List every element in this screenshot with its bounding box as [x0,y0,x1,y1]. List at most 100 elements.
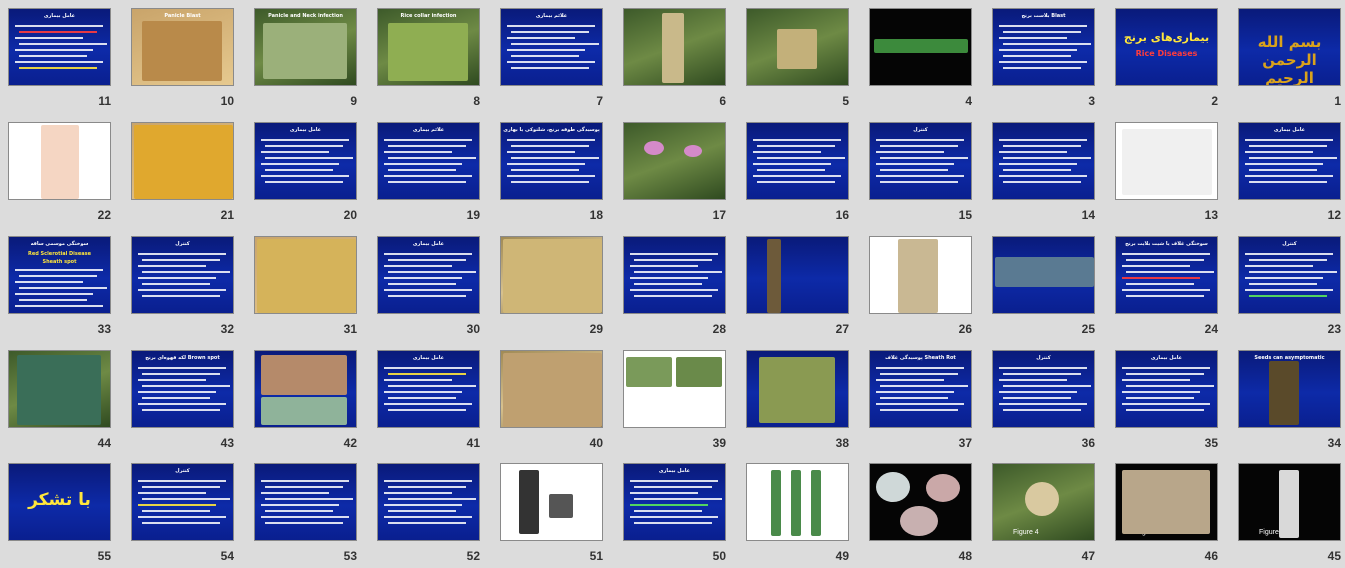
slide-thumbnail-35[interactable]: عامل بیماری [1115,350,1218,428]
text-line [999,61,1087,63]
text-line [1249,145,1327,147]
slide-picture [263,23,347,79]
slide-thumbnail-18[interactable]: پوسیدگی طوقه برنج، شلتوکی یا بهاری [500,122,603,200]
slide-thumbnail-14[interactable] [992,122,1095,200]
slide-number: 41 [466,436,480,450]
text-line [384,151,452,153]
slide-number: 31 [343,322,357,336]
slide-thumbnail-49[interactable] [746,463,849,541]
text-line [384,139,472,141]
slide-thumbnail-45[interactable]: Figure 2 [1238,463,1341,541]
slide-thumbnail-2[interactable]: بیماری‌های برنج Rice Diseases [1115,8,1218,86]
text-line [1249,283,1317,285]
text-line [142,271,230,273]
slide-picture [676,357,722,387]
text-line [1126,259,1204,261]
text-line [19,43,107,45]
slide-thumbnail-27[interactable] [746,236,849,314]
slide-thumbnail-24[interactable]: سوختگی غلاف یا شیت بلایت برنج [1115,236,1218,314]
slide-thumbnail-29[interactable] [500,236,603,314]
text-line [507,163,585,165]
text-line [388,373,466,375]
text-line [880,409,958,411]
slide-picture [876,472,910,502]
text-line [384,175,472,177]
slide-thumbnail-10[interactable]: Panicle Blast [131,8,234,86]
text-line [384,391,462,393]
slide-thumbnail-34[interactable]: Seeds can asymptomatic [1238,350,1341,428]
slide-thumbnail-15[interactable]: کنترل [869,122,972,200]
slide-thumbnail-47[interactable]: Figure 4 [992,463,1095,541]
slide-thumbnail-51[interactable] [500,463,603,541]
slide-thumbnail-22[interactable] [8,122,111,200]
slide-thumbnail-17[interactable] [623,122,726,200]
slide-thumbnail-20[interactable]: عامل بیماری [254,122,357,200]
text-line [388,169,456,171]
slide-thumbnail-19[interactable]: علائم بیماری [377,122,480,200]
slide-picture [41,125,79,199]
slide-thumbnail-55[interactable]: با تشکر [8,463,111,541]
slide-thumbnail-28[interactable] [623,236,726,314]
text-line [19,287,107,289]
text-line [138,277,216,279]
text-line [138,480,226,482]
slide-number: 50 [712,549,726,563]
slide-thumbnail-44[interactable] [8,350,111,428]
text-line [1122,403,1210,405]
slide-thumbnail-32[interactable]: کنترل [131,236,234,314]
slide-thumbnail-50[interactable]: عامل بیماری [623,463,726,541]
slide-thumbnail-38[interactable] [746,350,849,428]
slide-picture [261,355,347,395]
slide-picture [17,355,101,425]
slide-number: 15 [958,208,972,222]
slide-thumbnail-23[interactable]: کنترل [1238,236,1341,314]
slide-thumbnail-1[interactable]: بسم الله الرحمن الرحیم [1238,8,1341,86]
slide-thumbnail-12[interactable]: عامل بیماری [1238,122,1341,200]
text-line [634,522,712,524]
slide-thumbnail-53[interactable] [254,463,357,541]
slide-thumbnail-8[interactable]: Rice collar infection [377,8,480,86]
slide-thumbnail-25[interactable] [992,236,1095,314]
slide-thumbnail-46[interactable]: Figure 3 [1115,463,1218,541]
slide-thumbnail-6[interactable] [623,8,726,86]
text-line [388,181,466,183]
slide-thumbnail-5[interactable] [746,8,849,86]
slide-thumbnail-21[interactable] [131,122,234,200]
slide-thumbnail-30[interactable]: عامل بیماری [377,236,480,314]
slide-thumbnail-11[interactable]: عامل بیماری [8,8,111,86]
slide-thumbnail-52[interactable] [377,463,480,541]
slide-thumbnail-42[interactable] [254,350,357,428]
text-line [999,163,1077,165]
slide-thumbnail-3[interactable]: بلاست برنج Blast [992,8,1095,86]
slide-number: 18 [589,208,603,222]
text-line [757,157,845,159]
slide-thumbnail-9[interactable]: Panicle and Neck infection [254,8,357,86]
slide-number: 52 [466,549,480,563]
slide-number: 49 [835,549,849,563]
slide-thumbnail-33[interactable]: سوختگی موسمی ساقه Red Sclerotial Disease S… [8,236,111,314]
slide-thumbnail-43[interactable]: لکه قهوه‌ای برنج Brown spot [131,350,234,428]
text-line [388,486,466,488]
text-line [388,157,476,159]
slide-thumbnail-48[interactable] [869,463,972,541]
slide-thumbnail-36[interactable]: کنترل [992,350,1095,428]
slide-thumbnail-40[interactable] [500,350,603,428]
slide-thumbnail-26[interactable] [869,236,972,314]
slide-thumbnail-7[interactable]: علائم بیماری [500,8,603,86]
slide-number: 25 [1081,322,1095,336]
slide-thumbnail-4[interactable] [869,8,972,86]
slide-thumbnail-13[interactable] [1115,122,1218,200]
text-line [880,181,958,183]
slide-thumbnail-37[interactable]: پوسیدگی غلاف Sheath Rot [869,350,972,428]
text-line [1003,145,1081,147]
slide-thumbnail-39[interactable] [623,350,726,428]
slide-thumbnail-41[interactable]: عامل بیماری [377,350,480,428]
slide-thumbnail-54[interactable]: کنترل [131,463,234,541]
slide-thumbnail-16[interactable] [746,122,849,200]
text-line [1126,409,1204,411]
slide-number: 55 [97,549,111,563]
text-line [1003,409,1081,411]
slide-number: 20 [343,208,357,222]
text-line [634,259,712,261]
slide-thumbnail-31[interactable] [254,236,357,314]
